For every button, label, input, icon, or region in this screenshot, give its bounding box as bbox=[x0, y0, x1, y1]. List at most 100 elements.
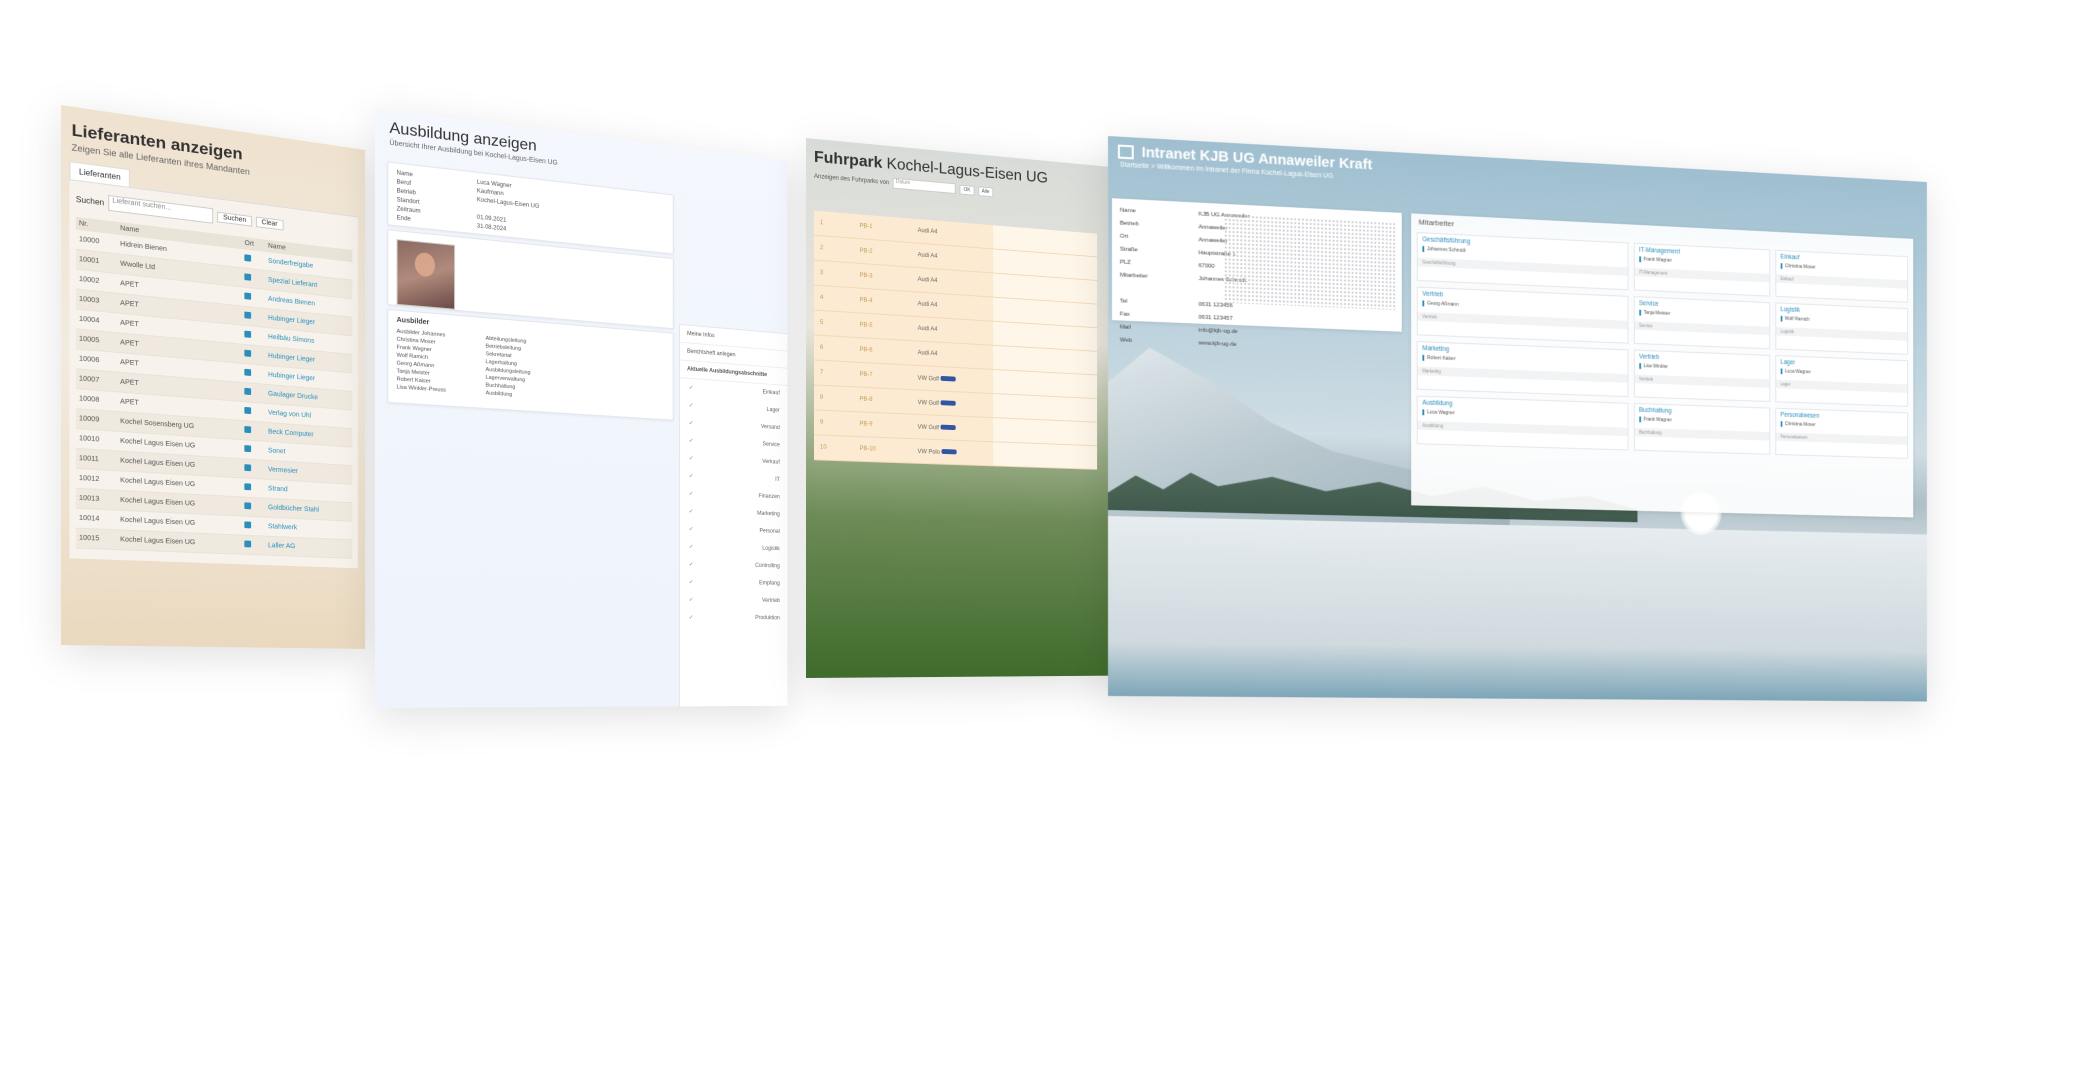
open-cell bbox=[241, 496, 266, 518]
supplier-number: 10009 bbox=[75, 408, 118, 432]
vehicle-index: 9 bbox=[819, 419, 824, 426]
department-card[interactable]: Vertrieb Georg Aßmann Vertrieb bbox=[1416, 286, 1629, 344]
document-icon[interactable] bbox=[244, 292, 252, 300]
vehicle-model-label: Audi A4 bbox=[917, 252, 938, 260]
document-icon[interactable] bbox=[244, 368, 252, 377]
open-cell bbox=[241, 344, 266, 366]
department-card[interactable]: Service Tanja Meister Service bbox=[1633, 296, 1770, 350]
ausbilder-names: Ausbilder Johannes Christina Moser Frank W… bbox=[397, 328, 446, 395]
department-card[interactable]: Lager Luca Wagner Lager bbox=[1775, 355, 1909, 407]
document-icon[interactable] bbox=[244, 387, 252, 396]
check-icon: ✓ bbox=[688, 385, 694, 392]
info-value: info@kjb-ug.de bbox=[1198, 327, 1238, 336]
vehicle-model: VW Golf bbox=[918, 423, 994, 433]
calendar-icon bbox=[1117, 144, 1134, 159]
info-value: 0631 123457 bbox=[1198, 314, 1233, 323]
mitarbeiter-card: Mitarbeiter Geschäftsführung Johannes Sch… bbox=[1411, 213, 1914, 518]
supplier-link[interactable]: Laller AG bbox=[265, 536, 353, 559]
check-label: Empfang bbox=[759, 580, 780, 587]
document-icon[interactable] bbox=[244, 311, 252, 319]
document-icon[interactable] bbox=[244, 273, 252, 281]
vehicle-grid: 1 PB-1 Audi A4 2 PB-2 Audi A4 3 PB-3 Audi A4 4 PB-… bbox=[813, 210, 1098, 470]
check-label: Personal bbox=[759, 528, 780, 535]
info-value: 67000 bbox=[1198, 263, 1215, 270]
department-footer: Buchhaltung bbox=[1634, 427, 1770, 441]
open-cell bbox=[241, 420, 266, 442]
document-icon[interactable] bbox=[244, 521, 252, 529]
document-icon[interactable] bbox=[244, 502, 252, 510]
check-icon: ✓ bbox=[688, 615, 694, 621]
search-label: Suchen bbox=[75, 194, 105, 207]
document-icon[interactable] bbox=[244, 254, 252, 262]
vehicle-index: 2 bbox=[819, 245, 824, 252]
vehicle-calendar bbox=[993, 394, 1098, 422]
clear-button[interactable]: Clear bbox=[255, 216, 284, 230]
vehicle-model: Audi A4 bbox=[918, 228, 994, 240]
supplier-name: Kochel Lagus Eisen UG bbox=[117, 529, 242, 555]
department-footer: Marketing bbox=[1417, 366, 1628, 383]
open-cell bbox=[241, 286, 266, 309]
department-footer: Geschäftsführung bbox=[1417, 257, 1628, 276]
ok-button[interactable]: OK bbox=[959, 184, 975, 196]
vehicle-model-label: Audi A4 bbox=[917, 325, 938, 333]
vehicle-model-label: VW Golf bbox=[917, 375, 939, 383]
side-panel: Meine Infos Berichtsheft anlegen Aktuell… bbox=[679, 323, 788, 708]
document-icon[interactable] bbox=[244, 483, 252, 491]
vehicle-model-label: Audi A4 bbox=[917, 276, 938, 285]
supplier-number: 10014 bbox=[75, 508, 118, 530]
info-key: Fax bbox=[1119, 311, 1130, 318]
avatar bbox=[396, 239, 456, 310]
department-card[interactable]: Vertrieb Lisa Winkler Vertrieb bbox=[1633, 349, 1770, 402]
document-icon[interactable] bbox=[244, 349, 252, 357]
department-card[interactable]: Buchhaltung Frank Wagner Buchhaltung bbox=[1633, 402, 1770, 455]
department-card[interactable]: Einkauf Christina Moser Einkauf bbox=[1775, 249, 1909, 303]
check-label: IT bbox=[775, 477, 780, 483]
vehicle-index: 7 bbox=[819, 369, 824, 376]
check-label: Verkauf bbox=[762, 459, 780, 466]
all-button[interactable]: Alle bbox=[977, 185, 994, 197]
vehicle-model: Audi A4 bbox=[918, 252, 994, 263]
vehicle-index: 5 bbox=[819, 319, 824, 327]
document-icon[interactable] bbox=[244, 330, 252, 338]
check-label: Lager bbox=[766, 407, 780, 414]
document-icon[interactable] bbox=[244, 445, 252, 453]
vehicle-plate: PB-8 bbox=[859, 396, 873, 404]
vehicle-plate: PB-10 bbox=[859, 445, 876, 453]
department-card[interactable]: IT-Management Frank Wagner IT-Management bbox=[1633, 242, 1770, 297]
ausbilder-card: Ausbilder Ausbilder Johannes Christina Mo… bbox=[387, 309, 674, 421]
car-icon bbox=[940, 399, 956, 406]
department-card[interactable]: Ausbildung Luca Wagner Ausbildung bbox=[1416, 395, 1629, 451]
department-card[interactable]: Geschäftsführung Johannes Schmidt Geschäft… bbox=[1416, 232, 1629, 291]
title-bold: Fuhrpark bbox=[813, 148, 883, 172]
department-card[interactable]: Logistik Wolf Ramich Logistik bbox=[1775, 302, 1909, 355]
info-key: Tel bbox=[1119, 298, 1128, 305]
document-icon[interactable] bbox=[244, 406, 252, 415]
search-button[interactable]: Suchen bbox=[217, 211, 252, 227]
info-key: Mail bbox=[1119, 324, 1131, 331]
supplier-number: 10010 bbox=[75, 428, 118, 451]
document-icon[interactable] bbox=[244, 540, 252, 548]
document-icon[interactable] bbox=[244, 464, 252, 472]
department-footer: Einkauf bbox=[1776, 274, 1908, 289]
department-card[interactable]: Marketing Robert Kaiser Marketing bbox=[1416, 341, 1629, 398]
vehicle-model: Audi A4 bbox=[918, 326, 994, 336]
vehicle-model-label: VW Golf bbox=[917, 424, 939, 431]
info-key bbox=[1120, 290, 1199, 293]
lieferanten-window: Lieferanten anzeigen Zeigen Sie alle Lie… bbox=[61, 105, 366, 649]
lieferanten-content: Suchen Lieferant suchen... Suchen Clear … bbox=[69, 179, 358, 569]
check-label: Service bbox=[762, 441, 780, 449]
vehicle-plate: PB-3 bbox=[859, 272, 873, 280]
check-icon: ✓ bbox=[688, 526, 694, 533]
vehicle-index: 1 bbox=[819, 220, 824, 227]
ausbilder-roles: Abteilungsleitung Betriebsleitung Sekretar… bbox=[486, 335, 531, 400]
vehicle-index: 10 bbox=[819, 444, 827, 451]
department-footer: Vertrieb bbox=[1634, 374, 1770, 388]
check-label: Versand bbox=[760, 424, 780, 431]
vehicle-model: Audi A4 bbox=[918, 350, 994, 360]
department-card[interactable]: Personalwesen Christina Moser Personalwese… bbox=[1775, 407, 1909, 459]
open-cell bbox=[241, 439, 266, 461]
open-cell bbox=[241, 535, 266, 556]
supplier-number: 10013 bbox=[75, 488, 118, 511]
search-input[interactable]: Lieferant suchen... bbox=[108, 195, 214, 224]
document-icon[interactable] bbox=[244, 426, 252, 434]
